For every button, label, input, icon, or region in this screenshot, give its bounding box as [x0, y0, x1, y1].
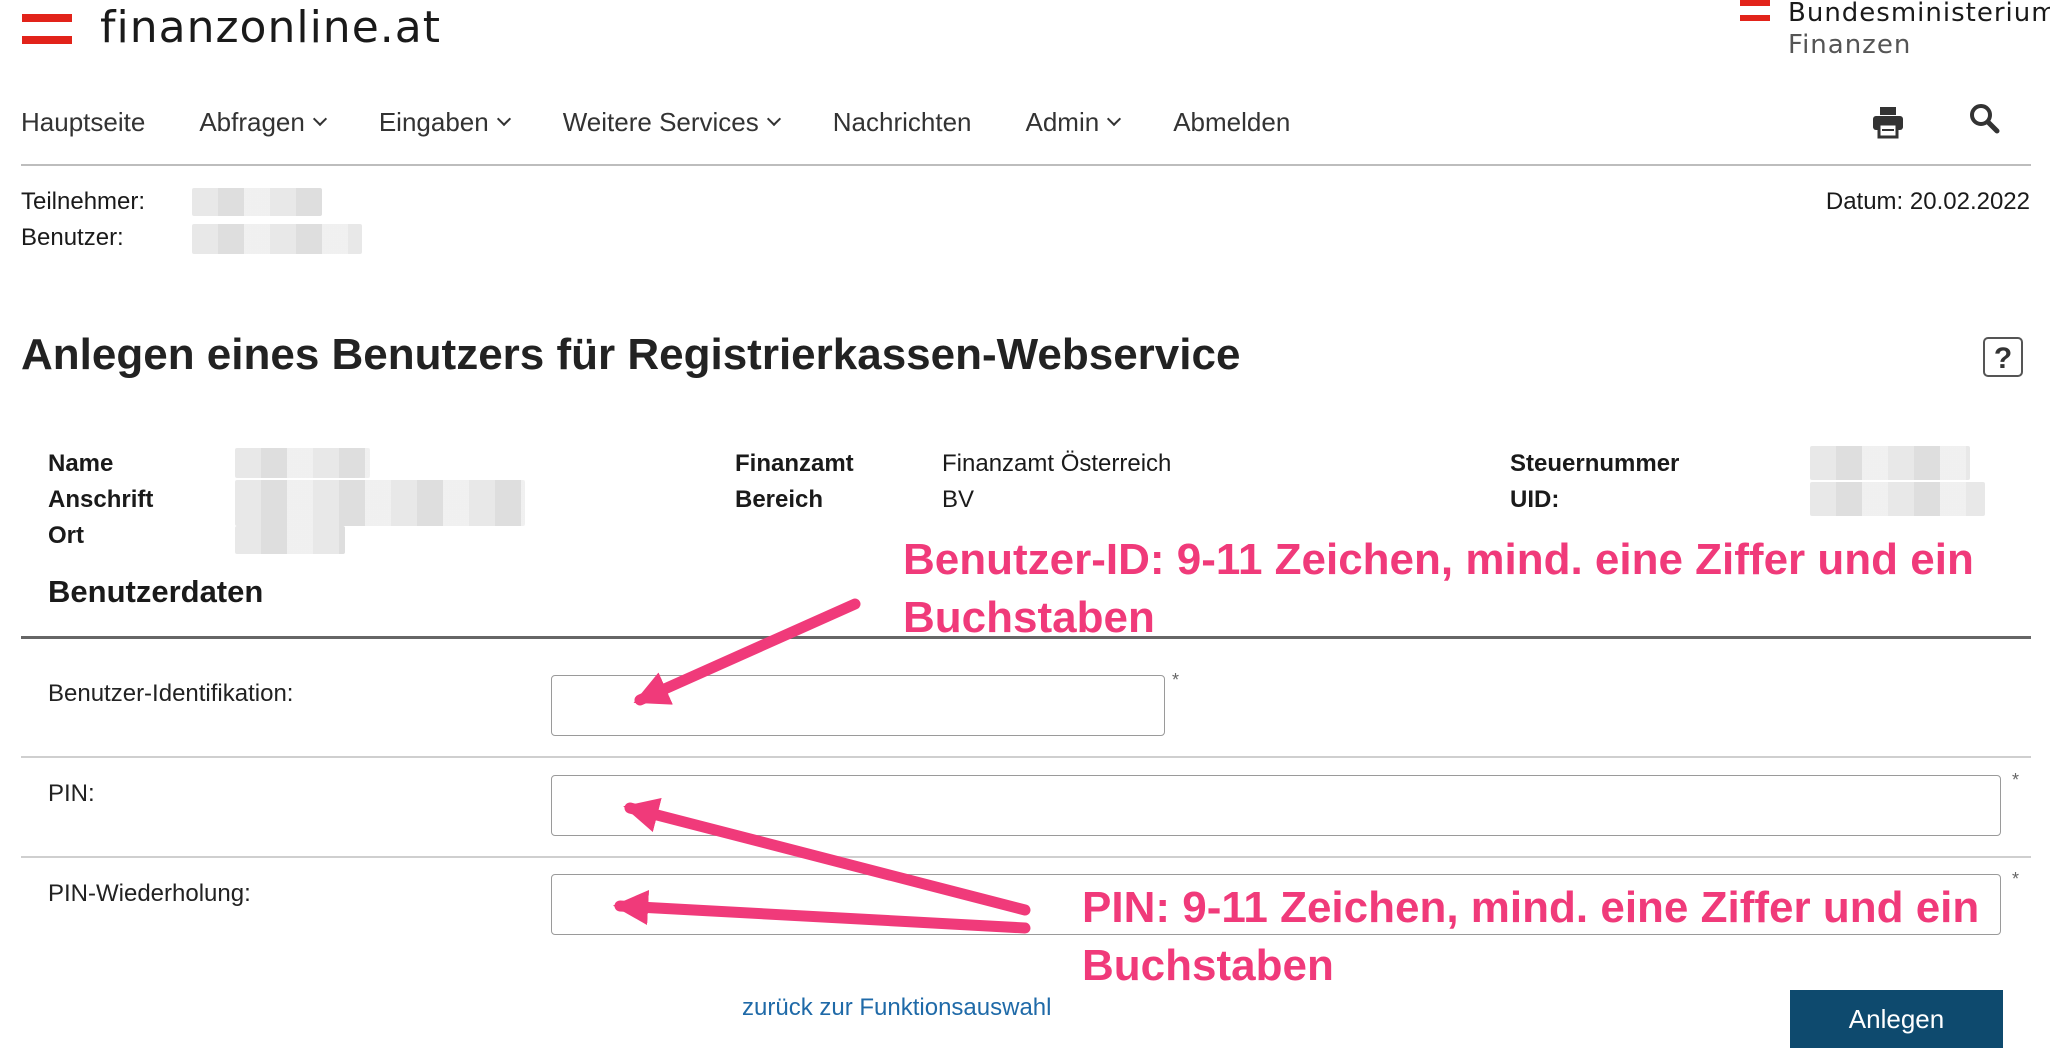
taxno-label: Steuernummer — [1510, 450, 1680, 477]
nav-item-abfragen[interactable]: Abfragen — [199, 106, 327, 138]
area-label: Bereich — [735, 486, 824, 513]
address-value-redacted — [235, 480, 525, 526]
nav-item-label: Nachrichten — [832, 106, 972, 137]
current-date: Datum: 20.02.2022 — [1825, 188, 2030, 215]
user-id-hint-line1: Benutzer-ID: 9-11 Zeichen, mind. eine Zi… — [903, 535, 1974, 584]
chevron-down-icon — [1107, 111, 1122, 127]
nav-item-admin[interactable]: Admin — [1025, 106, 1122, 138]
row-divider — [21, 756, 2031, 758]
nav-item-abmelden[interactable]: Abmelden — [1173, 107, 1290, 138]
office-label: Finanzamt — [735, 450, 854, 477]
name-value-redacted — [235, 448, 370, 478]
pin-label: PIN: — [48, 780, 95, 807]
nav-divider — [21, 164, 2031, 166]
participant-value-redacted — [192, 188, 322, 216]
taxno-value-redacted — [1810, 446, 1970, 480]
nav-item-weitere-services[interactable]: Weitere Services — [562, 106, 781, 138]
back-to-function-selection-link[interactable]: zurück zur Funktionsauswahl — [742, 994, 1051, 1022]
nav-item-label: Weitere Services — [562, 106, 759, 137]
pin-repeat-label: PIN-Wiederholung: — [48, 880, 251, 907]
chevron-down-icon — [496, 111, 511, 127]
page-title: Anlegen eines Benutzers für Registrierka… — [21, 330, 1241, 379]
area-value: BV — [942, 486, 975, 513]
participant-label: Teilnehmer: — [21, 188, 146, 215]
brand-name[interactable]: finanzonline.at — [100, 2, 441, 53]
nav-item-nachrichten[interactable]: Nachrichten — [833, 107, 972, 138]
help-button[interactable]: ? — [1983, 337, 2023, 377]
printer-icon[interactable] — [1870, 104, 1906, 140]
user-id-input[interactable] — [551, 675, 1165, 736]
city-value-redacted — [235, 526, 345, 554]
nav-item-label: Eingaben — [378, 106, 489, 137]
main-nav: Hauptseite Abfragen Eingaben Weitere Ser… — [21, 102, 1344, 142]
pin-hint-line2: Buchstaben — [1082, 941, 1334, 990]
office-value: Finanzamt Österreich — [942, 450, 1172, 477]
nav-item-label: Hauptseite — [21, 106, 146, 137]
nav-item-eingaben[interactable]: Eingaben — [378, 106, 511, 138]
required-marker: * — [2012, 770, 2020, 790]
nav-item-hauptseite[interactable]: Hauptseite — [21, 107, 145, 138]
pin-hint-line1: PIN: 9-11 Zeichen, mind. eine Ziffer und… — [1082, 883, 1980, 932]
ministry-name-line2: Finanzen — [1788, 30, 1912, 60]
create-user-button[interactable]: Anlegen — [1790, 990, 2003, 1048]
nav-item-label: Abmelden — [1173, 106, 1291, 137]
chevron-down-icon — [312, 111, 327, 127]
uid-value-redacted — [1810, 482, 1985, 516]
brand-logo-icon[interactable] — [22, 14, 72, 44]
user-id-label: Benutzer-Identifikation: — [48, 680, 294, 707]
user-id-hint-line2: Buchstaben — [903, 593, 1155, 642]
uid-label: UID: — [1510, 486, 1560, 513]
required-marker: * — [2012, 869, 2020, 889]
ministry-logo-icon — [1740, 0, 1770, 22]
pin-input[interactable] — [551, 775, 2001, 836]
address-label: Anschrift — [48, 486, 154, 513]
city-label: Ort — [48, 522, 84, 549]
section-title: Benutzerdaten — [48, 574, 264, 609]
user-label: Benutzer: — [21, 224, 124, 251]
name-label: Name — [48, 450, 114, 477]
user-value-redacted — [192, 224, 362, 254]
nav-item-label: Abfragen — [199, 106, 305, 137]
row-divider — [21, 856, 2031, 858]
search-icon[interactable] — [1968, 102, 2000, 134]
nav-item-label: Admin — [1025, 106, 1100, 137]
required-marker: * — [1172, 670, 1180, 690]
chevron-down-icon — [766, 111, 781, 127]
ministry-name-line1: Bundesministerium — [1788, 0, 2050, 28]
